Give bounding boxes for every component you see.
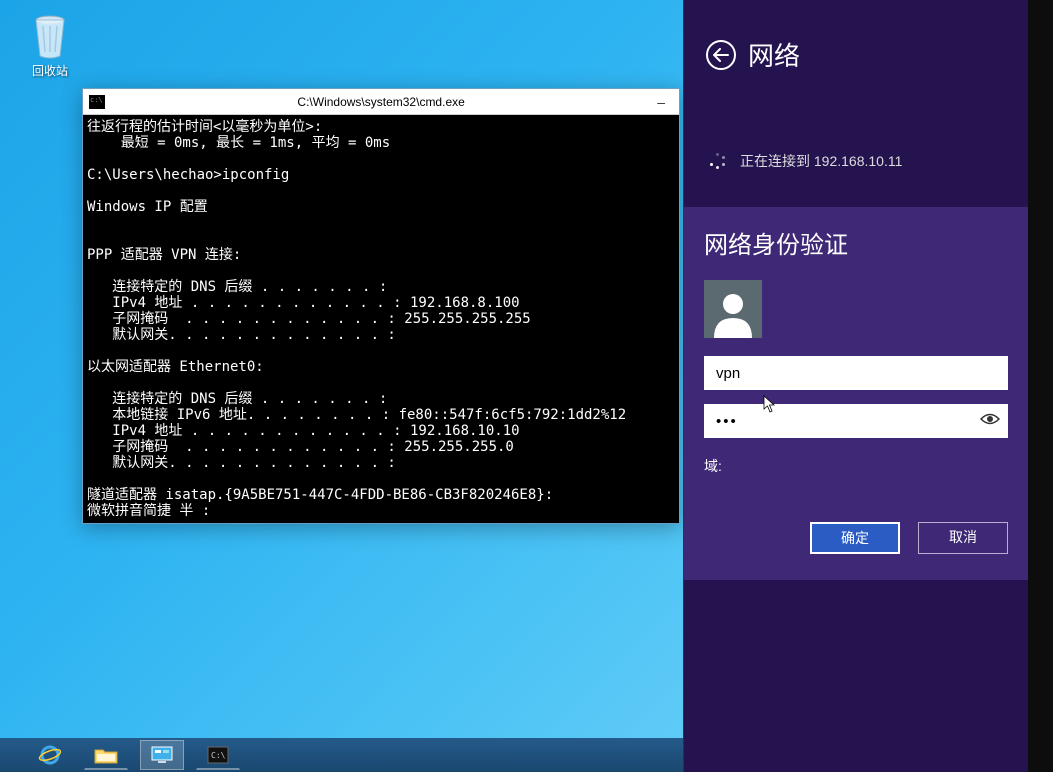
desktop-icon-recycle-bin[interactable]: 回收站 xyxy=(18,12,82,79)
cmd-titlebar[interactable]: C:\Windows\system32\cmd.exe – xyxy=(83,89,679,115)
cmd-output[interactable]: 往返行程的估计时间<以毫秒为单位>: 最短 = 0ms, 最长 = 1ms, 平… xyxy=(83,115,679,523)
domain-label: 域: xyxy=(704,456,1008,476)
recycle-bin-icon xyxy=(29,12,71,60)
cmd-app-icon xyxy=(89,95,105,109)
connection-status-text: 正在连接到 192.168.10.11 xyxy=(740,151,902,171)
spinner-icon xyxy=(710,153,726,169)
avatar xyxy=(704,280,762,338)
cmd-title: C:\Windows\system32\cmd.exe xyxy=(113,95,649,109)
password-field[interactable] xyxy=(704,404,1008,438)
taskbar-explorer[interactable] xyxy=(84,740,128,770)
taskbar-cmd[interactable]: C:\ xyxy=(196,740,240,770)
taskbar-settings[interactable] xyxy=(140,740,184,770)
reveal-password-icon[interactable] xyxy=(980,410,1000,431)
network-charm-panel: 网络 正在连接到 192.168.10.11 网络身份验证 域: 确定 取消 xyxy=(683,0,1028,772)
recycle-bin-label: 回收站 xyxy=(18,62,82,79)
taskbar[interactable]: C:\ xyxy=(0,738,683,772)
svg-text:C:\: C:\ xyxy=(211,751,226,760)
ok-button[interactable]: 确定 xyxy=(810,522,900,554)
screen-right-edge xyxy=(1028,0,1053,772)
auth-section: 网络身份验证 域: 确定 取消 xyxy=(684,207,1028,580)
back-button[interactable] xyxy=(706,40,736,70)
cmd-window[interactable]: C:\Windows\system32\cmd.exe – 往返行程的估计时间<… xyxy=(82,88,680,524)
cancel-button[interactable]: 取消 xyxy=(918,522,1008,554)
username-field[interactable] xyxy=(704,356,1008,390)
minimize-button[interactable]: – xyxy=(649,94,673,110)
network-panel-title: 网络 xyxy=(748,36,800,73)
connection-status-row: 正在连接到 192.168.10.11 xyxy=(684,91,1028,179)
taskbar-ie[interactable] xyxy=(28,740,72,770)
auth-heading: 网络身份验证 xyxy=(704,225,1008,260)
